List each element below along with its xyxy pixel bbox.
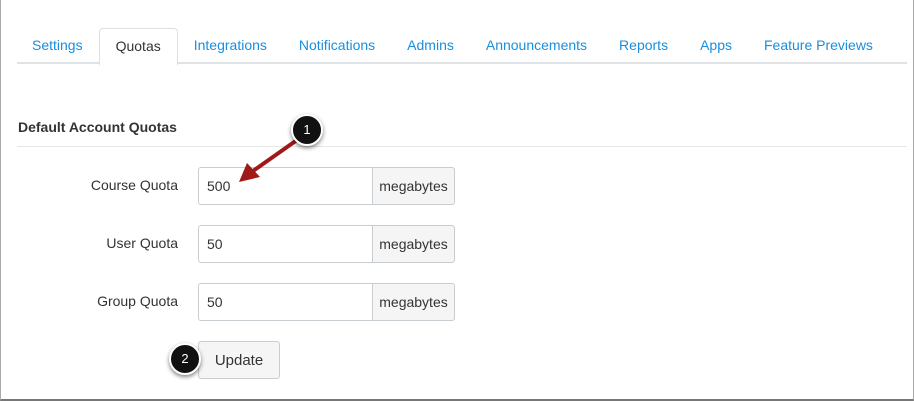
callout-badge-1: 1 [291,114,323,146]
callout-arrow-icon [239,138,299,182]
callout-badge-2: 2 [169,343,201,375]
